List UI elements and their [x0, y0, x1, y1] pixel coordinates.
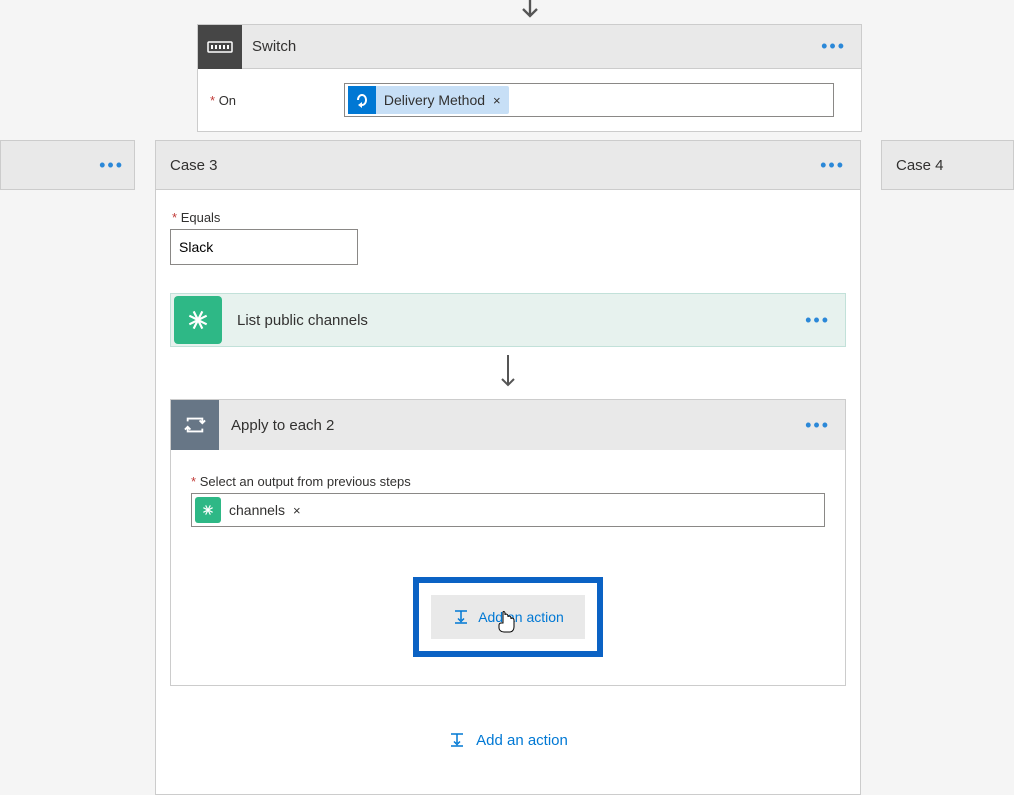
- case3-header[interactable]: Case 3 •••: [155, 140, 861, 190]
- channels-chip-label: channels: [229, 502, 285, 518]
- switch-icon: [198, 25, 242, 69]
- chip-remove-icon[interactable]: ×: [293, 503, 301, 518]
- cases-row: ••• Case 3 ••• Case 4: [0, 140, 1014, 190]
- apply-body: * Select an output from previous steps c…: [171, 450, 845, 685]
- arrow-down-icon: [516, 0, 544, 23]
- equals-label: * Equals: [172, 210, 846, 225]
- select-output-label: * Select an output from previous steps: [191, 474, 825, 489]
- case4-title: Case 4: [896, 157, 944, 174]
- add-action-link[interactable]: Add an action: [170, 731, 846, 749]
- add-action-button[interactable]: Add an action: [431, 595, 585, 639]
- case-prev[interactable]: •••: [0, 140, 135, 190]
- on-label: * On: [210, 93, 340, 108]
- case4-header[interactable]: Case 4: [881, 140, 1014, 190]
- token-label: Delivery Method: [384, 92, 485, 108]
- apply-to-each-card: Apply to each 2 ••• * Select an output f…: [170, 399, 846, 686]
- more-icon[interactable]: •••: [820, 155, 845, 176]
- switch-body: * On Delivery Method ×: [198, 69, 861, 131]
- delivery-method-token[interactable]: Delivery Method ×: [348, 86, 509, 114]
- switch-header[interactable]: Switch •••: [198, 25, 861, 69]
- slack-action-title: List public channels: [237, 312, 368, 329]
- slack-icon: [195, 497, 221, 523]
- switch-card: Switch ••• * On Delivery Method ×: [197, 24, 862, 132]
- slack-icon: [174, 296, 222, 344]
- case3-body: * Equals List public channels ••• Apply …: [155, 190, 861, 795]
- on-field[interactable]: Delivery Method ×: [344, 83, 834, 117]
- token-remove-icon[interactable]: ×: [493, 93, 501, 108]
- more-icon[interactable]: •••: [821, 36, 846, 57]
- more-icon[interactable]: •••: [805, 415, 830, 436]
- dynamic-content-icon: [348, 86, 376, 114]
- add-action-highlight: Add an action: [413, 577, 603, 657]
- case3-title: Case 3: [170, 157, 218, 174]
- loop-icon: [171, 400, 219, 450]
- arrow-down-icon: [170, 353, 846, 393]
- list-public-channels-card[interactable]: List public channels •••: [170, 293, 846, 347]
- switch-title: Switch: [252, 38, 296, 55]
- apply-title: Apply to each 2: [231, 417, 334, 434]
- insert-step-icon: [452, 608, 470, 626]
- more-icon[interactable]: •••: [99, 155, 124, 176]
- apply-header[interactable]: Apply to each 2 •••: [171, 400, 845, 450]
- more-icon[interactable]: •••: [805, 310, 830, 331]
- select-output-field[interactable]: channels ×: [191, 493, 825, 527]
- add-action-label: Add an action: [478, 609, 564, 625]
- add-action-bottom-label: Add an action: [476, 732, 568, 749]
- equals-input[interactable]: [170, 229, 358, 265]
- insert-step-icon: [448, 731, 466, 749]
